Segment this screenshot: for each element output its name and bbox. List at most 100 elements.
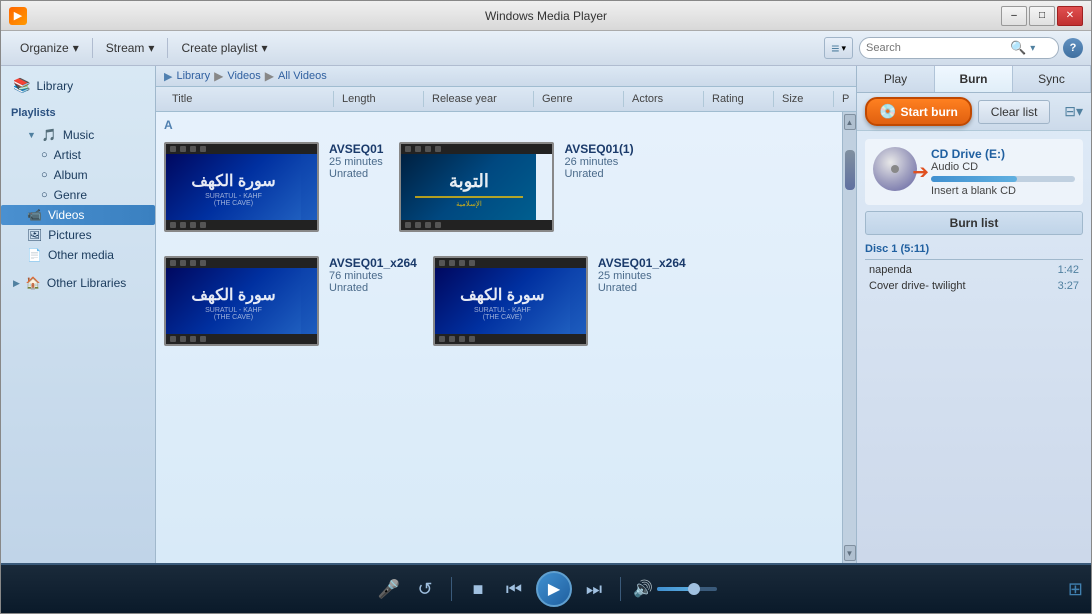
- sub-text-3: SURATUL - KAHF(THE CAVE): [205, 307, 262, 321]
- sidebar-item-other-media[interactable]: 📄 Other media: [1, 245, 155, 265]
- view-options-button[interactable]: ≡ ▾: [824, 37, 853, 59]
- arabic-text-4: سورة الكهف: [460, 285, 544, 305]
- cd-icon: ➔: [873, 147, 923, 197]
- sidebar-item-pictures[interactable]: 🖼 Pictures: [1, 225, 155, 245]
- mic-button[interactable]: 🎤: [375, 575, 403, 603]
- volume-control[interactable]: 🔊: [633, 579, 717, 599]
- cd-drive-name[interactable]: CD Drive (E:): [931, 147, 1075, 161]
- video-info-1: AVSEQ01 25 minutes Unrated: [329, 142, 383, 180]
- library-scrollbar[interactable]: ▲ ▼: [842, 112, 856, 563]
- disc-label: Disc 1 (5:11): [865, 241, 1083, 257]
- table-row: Cover drive- twilight 3:27: [865, 278, 1083, 294]
- scrollbar-thumb[interactable]: [845, 150, 855, 190]
- cd-arrow-icon: ➔: [912, 160, 929, 185]
- film-strip-bottom-4: [435, 334, 586, 344]
- volume-knob[interactable]: [688, 583, 700, 595]
- clear-list-button[interactable]: Clear list: [978, 100, 1051, 124]
- prev-button[interactable]: ⏮: [500, 575, 528, 603]
- sidebar-section-other-libraries: ▶ 🏠 Other Libraries: [1, 269, 155, 297]
- breadcrumb-sep-2: ▶: [265, 69, 274, 83]
- film-strip-top-3: [166, 258, 317, 268]
- play-button[interactable]: ▶: [536, 571, 572, 607]
- video-rating-4: Unrated: [598, 282, 686, 294]
- close-button[interactable]: ✕: [1057, 6, 1083, 26]
- breadcrumb-library-link[interactable]: Library: [176, 70, 210, 82]
- library-view: ▶ Library ▶ Videos ▶ All Videos Title Le…: [156, 66, 856, 563]
- col-header-actors[interactable]: Actors: [624, 91, 704, 107]
- track-name-1: napenda: [869, 264, 912, 276]
- arabic-text-2: التوبة: [449, 171, 489, 192]
- scroll-down-arrow[interactable]: ▼: [844, 545, 856, 561]
- video-thumbnail-2: التوبة الإسلامية: [399, 142, 554, 232]
- create-playlist-button[interactable]: Create playlist ▾: [170, 36, 278, 60]
- repeat-button[interactable]: ↺: [411, 575, 439, 603]
- video-info-2: AVSEQ01(1) 26 minutes Unrated: [564, 142, 633, 180]
- stream-button[interactable]: Stream ▾: [95, 36, 166, 60]
- video-content-3: سورة الكهف SURATUL - KAHF(THE CAVE): [166, 268, 301, 338]
- stop-button[interactable]: ■: [464, 575, 492, 603]
- sidebar-item-artist[interactable]: ○ Artist: [1, 145, 155, 165]
- sidebar-playlists-label: Playlists: [1, 101, 155, 121]
- volume-icon: 🔊: [633, 579, 653, 599]
- col-header-release[interactable]: Release year: [424, 91, 534, 107]
- split-pane: 📚 Library Playlists ▼ 🎵 Music ○ Artist: [1, 66, 1091, 563]
- video-duration-3: 76 minutes: [329, 270, 417, 282]
- help-button[interactable]: ?: [1063, 38, 1083, 58]
- list-item[interactable]: سورة الكهف SURATUL - KAHF(THE CAVE): [164, 142, 383, 232]
- list-item[interactable]: سورة الكهف SURATUL - KAHF(THE CAVE): [433, 256, 686, 346]
- right-panel-tabs: Play Burn Sync: [857, 66, 1091, 93]
- start-burn-button[interactable]: 💿 Start burn: [865, 97, 972, 126]
- breadcrumb-all-videos-link[interactable]: All Videos: [278, 70, 327, 82]
- repeat-icon: ↺: [417, 579, 432, 600]
- breadcrumb-library: ▶: [164, 70, 172, 83]
- cd-disc: [873, 147, 917, 191]
- cd-progress-bar: [931, 176, 1075, 182]
- sidebar-item-videos[interactable]: 📹 Videos: [1, 205, 155, 225]
- volume-bar[interactable]: [657, 587, 717, 591]
- section-letter-a: A: [164, 116, 834, 134]
- search-dropdown[interactable]: ▾: [1030, 43, 1035, 54]
- video-duration-4: 25 minutes: [598, 270, 686, 282]
- maximize-button[interactable]: □: [1029, 6, 1055, 26]
- organize-button[interactable]: Organize ▾: [9, 36, 90, 60]
- video-thumbnail-3: سورة الكهف SURATUL - KAHF(THE CAVE): [164, 256, 319, 346]
- film-strip-bottom-2: [401, 220, 552, 230]
- search-input[interactable]: [866, 42, 1006, 54]
- list-item[interactable]: سورة الكهف SURATUL - KAHF(THE CAVE): [164, 256, 417, 346]
- film-strip-bottom-3: [166, 334, 317, 344]
- col-header-length[interactable]: Length: [334, 91, 424, 107]
- prev-icon: ⏮: [506, 579, 522, 600]
- breadcrumb-videos-link[interactable]: Videos: [227, 70, 260, 82]
- burn-disc-icon: 💿: [879, 103, 896, 120]
- sidebar-item-library[interactable]: 📚 Library: [1, 74, 155, 97]
- tab-play[interactable]: Play: [857, 66, 935, 92]
- sidebar-section-music: ▼ 🎵 Music ○ Artist ○ Album ○ Genre: [1, 121, 155, 269]
- col-header-p[interactable]: P: [834, 91, 856, 107]
- col-header-title[interactable]: Title: [164, 91, 334, 107]
- sidebar-item-music[interactable]: ▼ 🎵 Music: [1, 125, 155, 145]
- sidebar-item-album[interactable]: ○ Album: [1, 165, 155, 185]
- minimize-button[interactable]: –: [1001, 6, 1027, 26]
- scroll-up-arrow[interactable]: ▲: [844, 114, 856, 130]
- track-name-2: Cover drive- twilight: [869, 280, 966, 292]
- tab-sync[interactable]: Sync: [1013, 66, 1091, 92]
- panel-options-icon[interactable]: ⊟▾: [1064, 103, 1083, 120]
- list-item[interactable]: التوبة الإسلامية: [399, 142, 633, 232]
- search-box[interactable]: 🔍 ▾: [859, 37, 1059, 59]
- col-header-rating[interactable]: Rating: [704, 91, 774, 107]
- view-chevron: ▾: [841, 43, 846, 54]
- title-bar: ▶ Windows Media Player – □ ✕: [1, 1, 1091, 31]
- sidebar-item-other-libraries[interactable]: ▶ 🏠 Other Libraries: [1, 273, 155, 293]
- content-area: 📚 Library Playlists ▼ 🎵 Music ○ Artist: [1, 66, 1091, 563]
- player-bar: 🎤 ↺ ■ ⏮ ▶ ⏭ 🔊 ⊞: [1, 563, 1091, 613]
- tab-burn[interactable]: Burn: [935, 66, 1013, 92]
- sidebar-item-genre[interactable]: ○ Genre: [1, 185, 155, 205]
- col-header-genre[interactable]: Genre: [534, 91, 624, 107]
- video-title-4: AVSEQ01_x264: [598, 256, 686, 270]
- next-button[interactable]: ⏭: [580, 575, 608, 603]
- video-thumbnail-1: سورة الكهف SURATUL - KAHF(THE CAVE): [164, 142, 319, 232]
- grid-view-icon[interactable]: ⊞: [1068, 579, 1083, 600]
- film-strip-bottom-1: [166, 220, 317, 230]
- col-header-size[interactable]: Size: [774, 91, 834, 107]
- video-info-4: AVSEQ01_x264 25 minutes Unrated: [598, 256, 686, 294]
